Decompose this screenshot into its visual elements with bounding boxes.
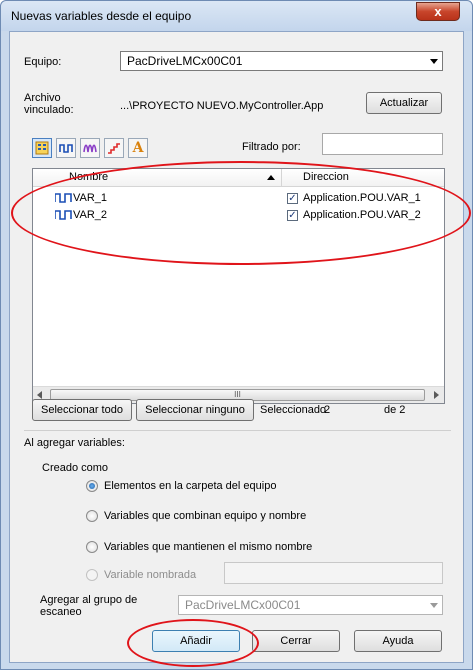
- digital-variable-icon: [55, 210, 72, 220]
- archivo-label-line1: Archivo: [24, 92, 61, 104]
- all-variables-icon[interactable]: [32, 138, 52, 158]
- archivo-path: ...\PROYECTO NUEVO.MyController.App: [120, 100, 324, 112]
- text-icon-glyph: A: [132, 140, 144, 156]
- title-bar[interactable]: Nuevas variables desde el equipo x: [1, 1, 472, 31]
- column-divider[interactable]: [281, 169, 282, 187]
- variable-address: Application.POU.VAR_1: [303, 192, 421, 204]
- radio-label: Variables que mantienen el mismo nombre: [104, 541, 313, 553]
- variable-checkbox[interactable]: ✓: [287, 210, 298, 221]
- radio-option-combine-names[interactable]: Variables que combinan equipo y nombre: [86, 509, 446, 525]
- filter-label: Filtrado por:: [242, 141, 301, 153]
- variable-name: VAR_1: [73, 192, 108, 204]
- equipo-value: PacDriveLMCx00C01: [127, 54, 243, 68]
- dialog-body: Equipo: PacDriveLMCx00C01 Archivo vincul…: [9, 31, 464, 663]
- refresh-button[interactable]: Actualizar: [366, 92, 442, 114]
- radio-button[interactable]: [86, 541, 98, 553]
- chevron-down-icon: [430, 603, 438, 608]
- selected-label: Seleccionado: [260, 404, 327, 416]
- table-header: Nombre Direccion: [33, 169, 444, 187]
- scan-group-value: PacDriveLMCx00C01: [185, 598, 301, 612]
- table-row[interactable]: VAR_1 ✓ Application.POU.VAR_1: [33, 190, 444, 207]
- window-title: Nuevas variables desde el equipo: [11, 9, 192, 23]
- scroll-grip: III: [234, 390, 241, 399]
- scan-group-label-line1: Agregar al grupo de: [40, 594, 138, 606]
- analog-signal-icon[interactable]: [80, 138, 100, 158]
- divider: [24, 430, 451, 431]
- select-all-button[interactable]: Seleccionar todo: [32, 399, 132, 421]
- sort-up-icon: [267, 175, 275, 180]
- close-button[interactable]: Cerrar: [252, 630, 340, 652]
- total-count: de 2: [384, 404, 406, 416]
- radio-button[interactable]: [86, 569, 98, 581]
- variable-name: VAR_2: [73, 209, 108, 221]
- archivo-label-line2: vinculado:: [24, 104, 74, 116]
- scan-group-label-line2: escaneo: [40, 606, 82, 618]
- digital-signal-icon[interactable]: [56, 138, 76, 158]
- add-button[interactable]: Añadir: [152, 630, 240, 652]
- column-header-direccion[interactable]: Direccion: [303, 171, 349, 183]
- equipo-label: Equipo:: [24, 56, 62, 68]
- radio-option-keep-names[interactable]: Variables que mantienen el mismo nombre: [86, 540, 446, 556]
- created-as-label: Creado como: [42, 462, 109, 474]
- radio-label: Variables que combinan equipo y nombre: [104, 510, 307, 522]
- dialog-window: Nuevas variables desde el equipo x Equip…: [0, 0, 473, 670]
- radio-label: Variable nombrada: [104, 569, 197, 581]
- radio-option-equipment-folder[interactable]: Elementos en la carpeta del equipo: [86, 479, 446, 495]
- selected-count: 2: [324, 404, 331, 416]
- text-icon[interactable]: A: [128, 138, 148, 158]
- filter-input[interactable]: [322, 133, 443, 155]
- named-variable-input[interactable]: [224, 562, 443, 584]
- radio-label: Elementos en la carpeta del equipo: [104, 480, 277, 492]
- close-window-button[interactable]: x: [416, 2, 460, 21]
- variable-address: Application.POU.VAR_2: [303, 209, 421, 221]
- table-row[interactable]: VAR_2 ✓ Application.POU.VAR_2: [33, 207, 444, 224]
- radio-option-named-variable[interactable]: Variable nombrada: [86, 568, 226, 584]
- digital-variable-icon: [55, 193, 72, 203]
- help-button[interactable]: Ayuda: [354, 630, 442, 652]
- chevron-down-icon: [430, 59, 438, 64]
- ramp-signal-icon[interactable]: [104, 138, 124, 158]
- radio-button[interactable]: [86, 480, 98, 492]
- select-none-button[interactable]: Seleccionar ninguno: [136, 399, 254, 421]
- add-variables-section-label: Al agregar variables:: [24, 437, 125, 449]
- variable-checkbox[interactable]: ✓: [287, 193, 298, 204]
- equipo-select[interactable]: PacDriveLMCx00C01: [120, 51, 443, 71]
- filter-toolbar: A: [32, 138, 152, 158]
- scroll-right-icon[interactable]: [434, 391, 439, 399]
- column-header-nombre[interactable]: Nombre: [69, 171, 108, 183]
- scan-group-select[interactable]: PacDriveLMCx00C01: [178, 595, 443, 615]
- scroll-left-icon[interactable]: [37, 391, 42, 399]
- radio-button[interactable]: [86, 510, 98, 522]
- variables-table[interactable]: Nombre Direccion VAR_1 ✓ Application.POU…: [32, 168, 445, 404]
